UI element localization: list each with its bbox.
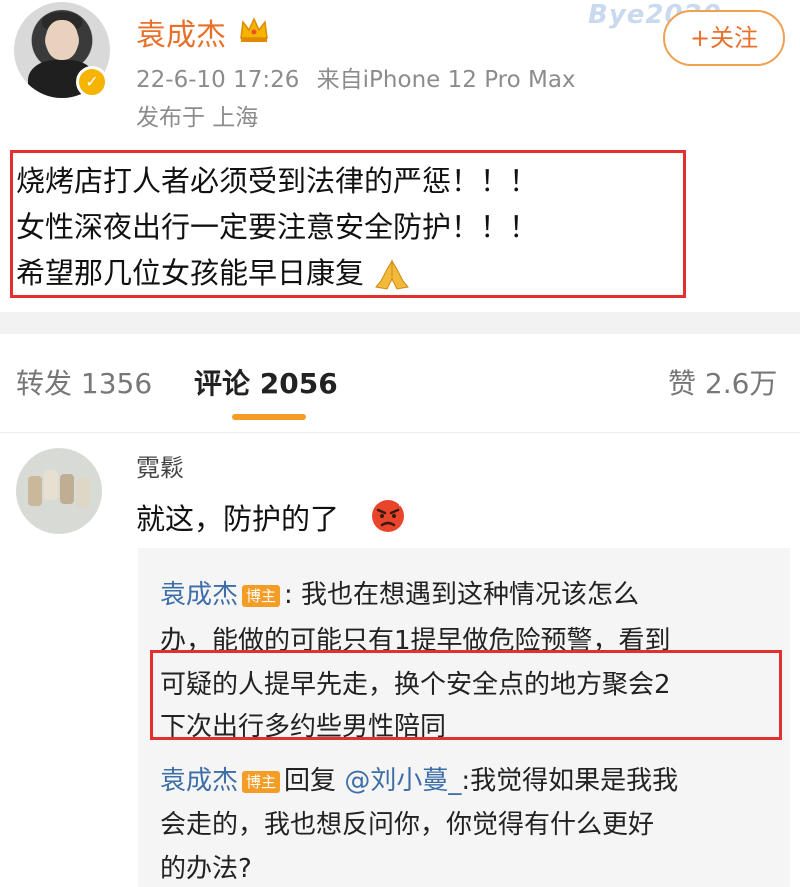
tabs-divider — [0, 432, 800, 433]
reply-word: 回复 — [284, 766, 337, 796]
tab-comments[interactable]: 评论 2056 — [194, 362, 338, 402]
reply-author[interactable]: 袁成杰 — [160, 580, 238, 610]
author-badge: 博主 — [242, 584, 281, 607]
post-location: 发布于 上海 — [136, 105, 259, 131]
post-meta: 22-6-10 17:26 来自iPhone 12 Pro Max — [136, 60, 576, 94]
tab-likes[interactable]: 赞 2.6万 — [668, 362, 777, 402]
reply-line: 会走的，我也想反问你，你觉得有什么更好 — [160, 810, 655, 840]
post-timestamp: 22-6-10 17:26 — [136, 67, 300, 93]
crown-icon — [240, 17, 268, 42]
follow-button[interactable]: +关注 — [663, 10, 785, 66]
pray-icon — [375, 259, 410, 290]
tab-repost[interactable]: 转发 1356 — [16, 362, 152, 402]
post-text: 希望那几位女孩能早日康复 — [16, 256, 365, 290]
comment-text: 就这，防护的了 — [136, 502, 340, 536]
commenter-avatar[interactable] — [16, 448, 102, 534]
author-badge: 博主 — [242, 770, 281, 793]
mention-link[interactable]: @刘小蔓_ — [344, 766, 461, 796]
post-text-line-3: 希望那几位女孩能早日康复 — [16, 250, 411, 292]
reply-author[interactable]: 袁成杰 — [160, 766, 238, 796]
commenter-name[interactable]: 霓鬏 — [136, 448, 184, 483]
active-tab-indicator — [232, 414, 306, 420]
post-source: 来自iPhone 12 Pro Max — [316, 67, 576, 93]
reply-line: 袁成杰 博主 回复 @刘小蔓_:我觉得如果是我我 — [160, 760, 678, 797]
reply-line: 袁成杰 博主: 我也在想遇到这种情况该怎么 — [160, 574, 639, 611]
section-divider — [0, 312, 800, 334]
author-name[interactable]: 袁成杰 — [136, 10, 226, 54]
post-text-line: 女性深夜出行一定要注意安全防护！！！ — [16, 210, 539, 244]
reply-line: 的办法? — [160, 854, 252, 884]
verified-badge-icon: ✓ — [76, 66, 108, 98]
post-text-line: 烧烤店打人者必须受到法律的严惩！！！ — [16, 164, 539, 198]
reply-highlight-box — [150, 650, 782, 740]
reply-text: : 我也在想遇到这种情况该怎么 — [284, 580, 640, 610]
angry-face-icon — [372, 499, 404, 532]
reply-text: :我觉得如果是我我 — [461, 766, 679, 796]
